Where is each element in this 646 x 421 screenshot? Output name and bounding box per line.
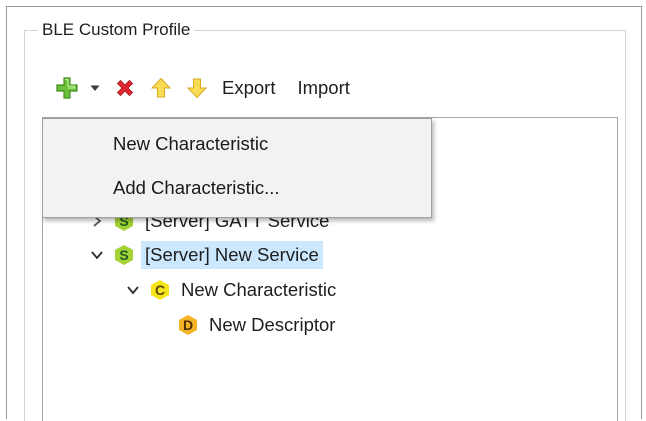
toolbar: Export Import	[52, 72, 350, 104]
menu-item-new-characteristic[interactable]: New Characteristic	[113, 131, 268, 157]
characteristic-badge-icon: C	[151, 280, 169, 300]
add-button[interactable]	[52, 74, 82, 102]
chevron-down-icon[interactable]	[125, 282, 141, 298]
move-up-button[interactable]	[146, 74, 176, 102]
import-button[interactable]: Import	[297, 74, 349, 102]
tree-item-label: New Characteristic	[181, 279, 337, 300]
delete-button[interactable]	[110, 74, 140, 102]
add-dropdown-menu: New Characteristic Add Characteristic...	[42, 118, 432, 218]
move-down-button[interactable]	[182, 74, 212, 102]
add-dropdown-button[interactable]	[84, 74, 106, 102]
arrow-down-icon	[186, 78, 208, 99]
tree-item-label: New Descriptor	[209, 314, 336, 335]
tree-item-new-service[interactable]: S [Server] New Service	[89, 240, 323, 270]
chevron-down-icon[interactable]	[89, 247, 105, 263]
export-label: Export	[222, 77, 276, 98]
group-title: BLE Custom Profile	[38, 19, 195, 41]
svg-text:S: S	[119, 247, 128, 263]
green-plus-icon	[56, 77, 78, 99]
tree-item-new-characteristic[interactable]: C New Characteristic	[125, 275, 340, 305]
svg-text:D: D	[183, 317, 193, 333]
service-badge-icon: S	[115, 245, 133, 265]
tree-item-new-descriptor[interactable]: D New Descriptor	[177, 310, 339, 340]
export-button[interactable]: Export	[222, 74, 275, 102]
arrow-up-icon	[150, 77, 172, 98]
descriptor-badge-icon: D	[179, 315, 197, 335]
import-label: Import	[297, 77, 350, 98]
menu-item-add-characteristic[interactable]: Add Characteristic...	[113, 175, 280, 201]
red-x-delete-icon	[116, 79, 134, 97]
dropdown-arrow-icon	[90, 85, 100, 91]
svg-text:C: C	[155, 282, 165, 298]
tree-item-label: [Server] New Service	[141, 241, 323, 269]
